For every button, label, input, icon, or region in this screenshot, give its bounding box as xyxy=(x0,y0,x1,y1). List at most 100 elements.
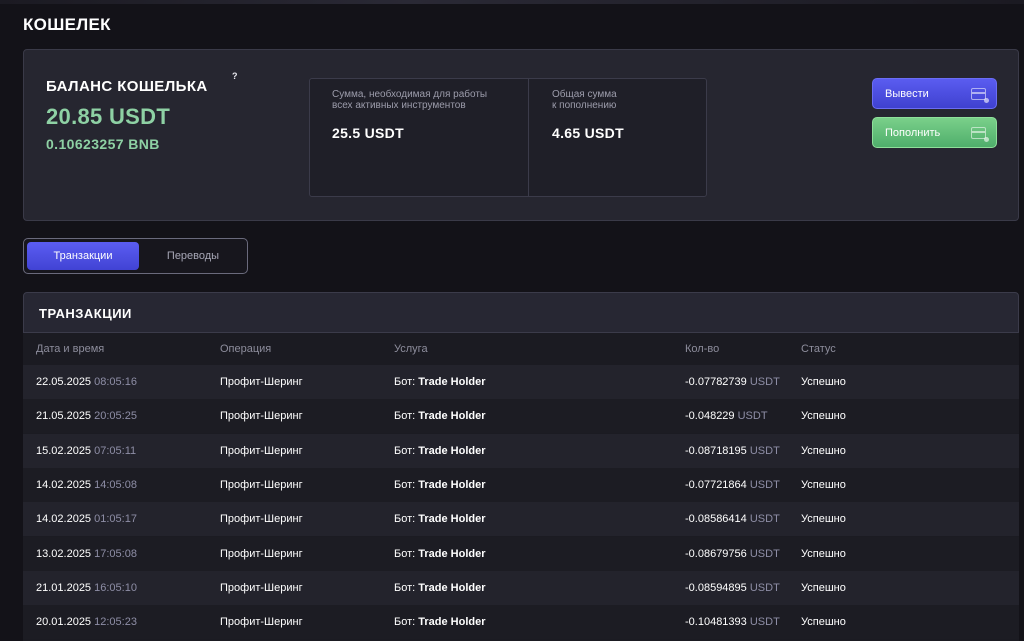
row-date-cell: 21.05.2025 20:05:25 xyxy=(36,410,137,422)
row-time: 01:05:17 xyxy=(94,513,137,526)
balance-card: БАЛАНС КОШЕЛЬКА ? 20.85 USDT 0.10623257 … xyxy=(23,49,1019,221)
wallet-card-icon xyxy=(971,127,989,142)
table-row[interactable]: 13.02.2025 17:05:08 Профит-Шеринг Бот: Tra… xyxy=(23,536,1019,571)
required-amount-block: Сумма, необходимая для работы всех актив… xyxy=(332,89,517,141)
topup-amount-label: Общая сумма к пополнению xyxy=(552,89,617,111)
row-service-name: Trade Holder xyxy=(418,616,486,629)
row-time: 08:05:16 xyxy=(94,376,137,388)
row-service-prefix: Бот: xyxy=(394,547,416,560)
row-amount: -0.10481393 xyxy=(685,616,747,629)
row-amount-cell: -0.08594895 USDT xyxy=(685,582,780,594)
row-service-cell: Бот: Trade Holder xyxy=(394,479,486,491)
row-service-cell: Бот: Trade Holder xyxy=(394,616,486,628)
row-service-prefix: Бот: xyxy=(394,616,416,629)
row-operation: Профит-Шеринг xyxy=(220,616,303,629)
row-service-cell: Бот: Trade Holder xyxy=(394,410,486,422)
row-date: 20.01.2025 xyxy=(36,616,92,629)
row-date: 14.02.2025 xyxy=(36,478,92,491)
page-title: КОШЕЛЕК xyxy=(23,15,111,34)
row-time: 17:05:08 xyxy=(94,547,137,560)
row-service-cell: Бот: Trade Holder xyxy=(394,582,486,594)
row-amount: -0.08586414 xyxy=(685,513,747,526)
balance-usdt: 20.85 USDT xyxy=(46,104,171,129)
row-date: 21.05.2025 xyxy=(36,410,92,423)
required-amount-label: Сумма, необходимая для работы всех актив… xyxy=(332,89,488,111)
row-service-name: Trade Holder xyxy=(418,547,486,560)
topup-amount-block: Общая сумма к пополнению 4.65 USDT xyxy=(552,89,692,141)
row-status: Успешно xyxy=(801,581,846,594)
balance-info-box: Сумма, необходимая для работы всех актив… xyxy=(309,78,707,197)
tab-transfers[interactable]: Переводы xyxy=(137,242,249,270)
row-service-cell: Бот: Trade Holder xyxy=(394,513,486,525)
column-header-operation: Операция xyxy=(220,343,272,355)
row-amount: -0.07721864 xyxy=(685,478,747,491)
table-row[interactable]: 20.01.2025 12:05:23 Профит-Шеринг Бот: Tra… xyxy=(23,605,1019,640)
table-row[interactable]: 14.02.2025 14:05:08 Профит-Шеринг Бот: Tra… xyxy=(23,467,1019,502)
row-status: Успешно xyxy=(801,410,846,423)
row-service-prefix: Бот: xyxy=(394,376,416,388)
row-amount: -0.08679756 xyxy=(685,547,747,560)
table-row[interactable]: 21.01.2025 16:05:10 Профит-Шеринг Бот: Tra… xyxy=(23,570,1019,605)
row-service-name: Trade Holder xyxy=(418,444,486,457)
row-unit: USDT xyxy=(749,444,780,457)
deposit-button-label: Пополнить xyxy=(885,127,941,139)
column-header-amount: Кол-во xyxy=(685,343,720,355)
wallet-card-icon xyxy=(971,88,989,103)
column-header-date: Дата и время xyxy=(36,343,105,355)
transactions-table: Дата и время Операция Услуга Кол-во Стат… xyxy=(23,333,1019,641)
row-amount: -0.07782739 xyxy=(685,376,747,388)
help-icon[interactable]: ? xyxy=(232,71,238,81)
row-time: 20:05:25 xyxy=(94,410,137,423)
row-status: Успешно xyxy=(801,616,846,629)
row-unit: USDT xyxy=(737,410,768,423)
row-unit: USDT xyxy=(749,581,780,594)
tab-transactions[interactable]: Транзакции xyxy=(27,242,139,270)
row-operation: Профит-Шеринг xyxy=(220,444,303,457)
row-time: 12:05:23 xyxy=(94,616,137,629)
row-date-cell: 22.05.2025 08:05:16 xyxy=(36,376,137,388)
table-row[interactable]: 21.05.2025 20:05:25 Профит-Шеринг Бот: Tra… xyxy=(23,399,1019,434)
row-time: 16:05:10 xyxy=(94,581,137,594)
row-service-name: Trade Holder xyxy=(418,410,486,423)
row-service-name: Trade Holder xyxy=(418,478,486,491)
row-amount: -0.08718195 xyxy=(685,444,747,457)
row-date-cell: 20.01.2025 12:05:23 xyxy=(36,616,137,628)
table-header-row: Дата и время Операция Услуга Кол-во Стат… xyxy=(23,333,1019,365)
row-unit: USDT xyxy=(749,616,780,629)
info-divider xyxy=(528,79,529,196)
row-service-name: Trade Holder xyxy=(418,581,486,594)
row-service-prefix: Бот: xyxy=(394,513,416,526)
topup-amount-value: 4.65 USDT xyxy=(552,125,624,141)
row-date: 13.02.2025 xyxy=(36,547,92,560)
row-service-cell: Бот: Trade Holder xyxy=(394,445,486,457)
withdraw-button-label: Вывести xyxy=(885,88,929,100)
row-amount-cell: -0.08718195 USDT xyxy=(685,445,780,457)
row-operation: Профит-Шеринг xyxy=(220,513,303,526)
row-time: 07:05:11 xyxy=(94,444,137,457)
table-row[interactable]: 15.02.2025 07:05:11 Профит-Шеринг Бот: Tra… xyxy=(23,433,1019,468)
table-row[interactable]: 14.02.2025 01:05:17 Профит-Шеринг Бот: Tra… xyxy=(23,502,1019,537)
row-date-cell: 14.02.2025 01:05:17 xyxy=(36,513,137,525)
row-service-prefix: Бот: xyxy=(394,444,416,457)
row-service-name: Trade Holder xyxy=(418,513,486,526)
column-header-service: Услуга xyxy=(394,343,428,355)
withdraw-button[interactable]: Вывести xyxy=(872,78,997,109)
row-service-prefix: Бот: xyxy=(394,410,416,423)
row-date: 14.02.2025 xyxy=(36,513,92,526)
row-date-cell: 13.02.2025 17:05:08 xyxy=(36,548,137,560)
balance-bnb: 0.10623257 BNB xyxy=(46,136,160,152)
row-operation: Профит-Шеринг xyxy=(220,581,303,594)
row-operation: Профит-Шеринг xyxy=(220,478,303,491)
table-row[interactable]: 22.05.2025 08:05:16 Профит-Шеринг Бот: Tra… xyxy=(23,365,1019,399)
row-date-cell: 15.02.2025 07:05:11 xyxy=(36,445,136,457)
transactions-title: ТРАНЗАКЦИИ xyxy=(39,306,132,321)
row-amount-cell: -0.08679756 USDT xyxy=(685,548,780,560)
row-service-cell: Бот: Trade Holder xyxy=(394,376,486,388)
row-date: 21.01.2025 xyxy=(36,581,92,594)
deposit-button[interactable]: Пополнить xyxy=(872,117,997,148)
row-status: Успешно xyxy=(801,478,846,491)
balance-title: БАЛАНС КОШЕЛЬКА xyxy=(46,78,208,95)
row-amount: -0.048229 xyxy=(685,410,735,423)
row-time: 14:05:08 xyxy=(94,478,137,491)
row-amount-cell: -0.048229 USDT xyxy=(685,410,768,422)
